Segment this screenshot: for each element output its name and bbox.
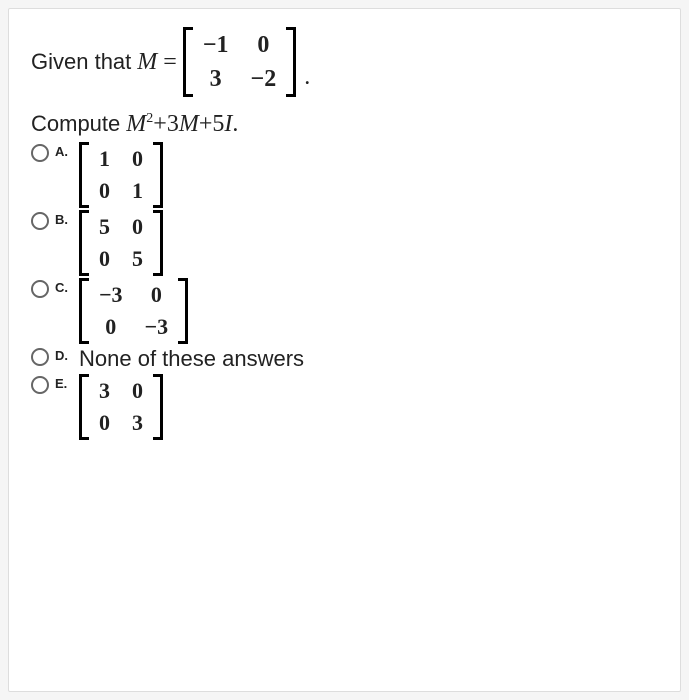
expr-dot: . [232, 111, 238, 137]
c10: 0 [105, 316, 116, 338]
m01: 0 [257, 33, 269, 57]
b11: 5 [132, 248, 143, 270]
given-matrix: −1 0 3 −2 [183, 27, 296, 97]
bracket-right [178, 278, 188, 344]
a00: 1 [99, 148, 110, 170]
bracket-right [153, 374, 163, 440]
matrix-body-C: −3 0 0 −3 [89, 278, 178, 344]
a10: 0 [99, 180, 110, 202]
compute-expression: M2+3M+5I. [126, 111, 238, 138]
option-text-D: None of these answers [79, 346, 304, 372]
a01: 0 [132, 148, 143, 170]
options-list: A. 1 0 0 1 B. [31, 142, 658, 440]
expr-plus2: + [199, 111, 213, 137]
b10: 0 [99, 248, 110, 270]
e10: 0 [99, 412, 110, 434]
option-E[interactable]: E. 3 0 0 3 [31, 374, 658, 440]
e01: 0 [132, 380, 143, 402]
matrix-body-E: 3 0 0 3 [89, 374, 153, 440]
period: . [304, 64, 310, 91]
radio-icon[interactable] [31, 144, 49, 162]
matrix-body-B: 5 0 0 5 [89, 210, 153, 276]
option-label-C: C. [55, 280, 73, 295]
compute-label: Compute [31, 111, 120, 137]
option-A[interactable]: A. 1 0 0 1 [31, 142, 658, 208]
bracket-left [79, 278, 89, 344]
option-C[interactable]: C. −3 0 0 −3 [31, 278, 658, 344]
option-content-B: 5 0 0 5 [79, 210, 163, 276]
bracket-right [153, 210, 163, 276]
expr-3: 3 [167, 111, 179, 137]
option-label-A: A. [55, 144, 73, 159]
expr-M: M [126, 111, 146, 137]
radio-icon[interactable] [31, 348, 49, 366]
bracket-left [79, 374, 89, 440]
m00: −1 [203, 33, 229, 57]
expr-5: 5 [212, 111, 224, 137]
expr-plus1: + [153, 111, 167, 137]
compute-line: Compute M2+3M+5I. [31, 111, 658, 138]
m10: 3 [210, 67, 222, 91]
option-content-E: 3 0 0 3 [79, 374, 163, 440]
option-label-E: E. [55, 376, 73, 391]
radio-icon[interactable] [31, 376, 49, 394]
radio-icon[interactable] [31, 212, 49, 230]
matrix-body: −1 0 3 −2 [193, 27, 286, 97]
e00: 3 [99, 380, 110, 402]
c00: −3 [99, 284, 123, 306]
option-B[interactable]: B. 5 0 0 5 [31, 210, 658, 276]
c01: 0 [151, 284, 162, 306]
radio-icon[interactable] [31, 280, 49, 298]
option-content-C: −3 0 0 −3 [79, 278, 188, 344]
a11: 1 [132, 180, 143, 202]
bracket-right [153, 142, 163, 208]
b00: 5 [99, 216, 110, 238]
given-text: Given that [31, 49, 131, 75]
bracket-left [79, 142, 89, 208]
bracket-right [286, 27, 296, 97]
given-line: Given that M = −1 0 3 −2 . [31, 27, 658, 97]
option-label-D: D. [55, 348, 73, 363]
bracket-left [183, 27, 193, 97]
expr-M2: M [179, 111, 199, 137]
bracket-left [79, 210, 89, 276]
c11: −3 [145, 316, 169, 338]
option-D[interactable]: D. None of these answers [31, 346, 658, 372]
b01: 0 [132, 216, 143, 238]
option-content-A: 1 0 0 1 [79, 142, 163, 208]
matrix-body-A: 1 0 0 1 [89, 142, 153, 208]
m11: −2 [251, 67, 277, 91]
e11: 3 [132, 412, 143, 434]
option-label-B: B. [55, 212, 73, 227]
var-M: M [137, 49, 157, 76]
question-card: Given that M = −1 0 3 −2 . Compute M2+3M… [8, 8, 681, 692]
equals-sign: = [163, 49, 177, 76]
